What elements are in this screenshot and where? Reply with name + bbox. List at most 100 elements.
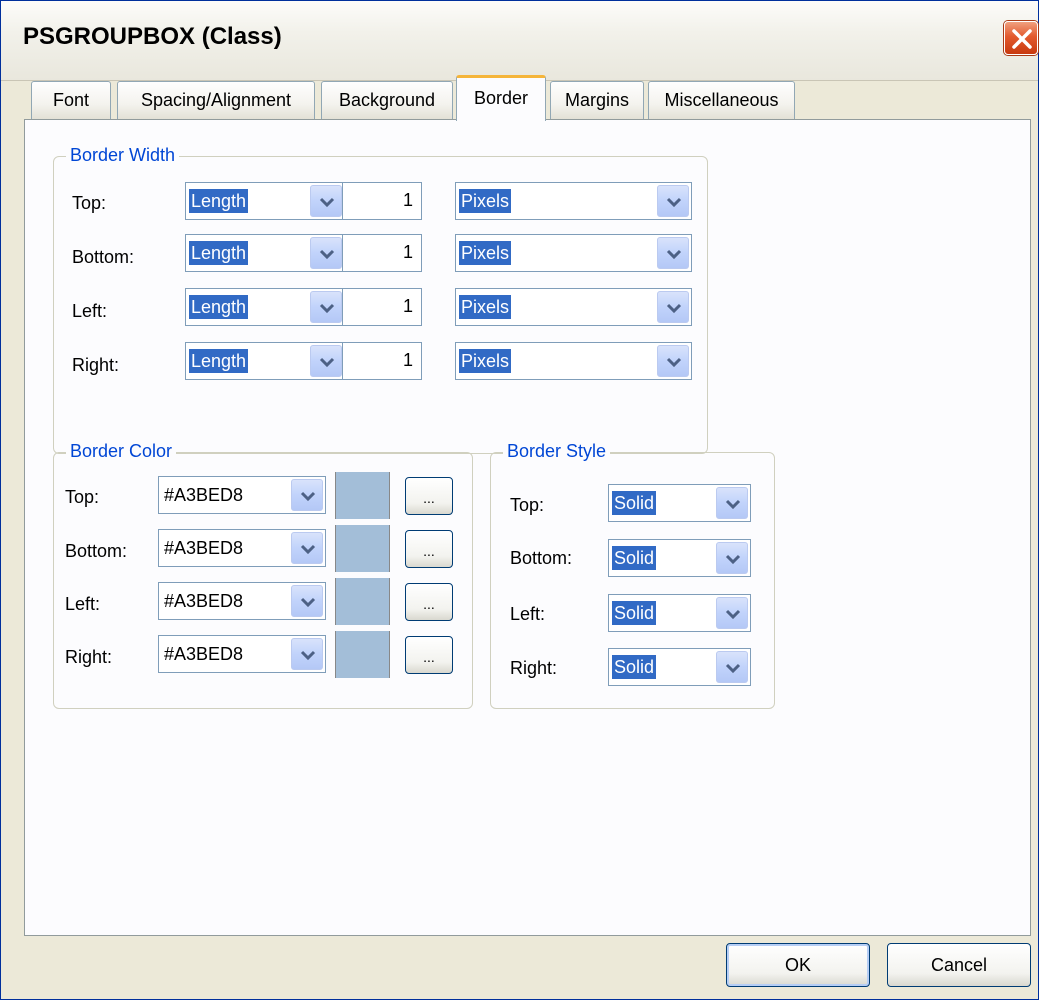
chevron-down-icon	[319, 249, 335, 260]
border-style-bottom-select[interactable]: Solid	[608, 539, 751, 577]
border-width-left-type-select[interactable]: Length	[185, 288, 345, 326]
combo-value: Pixels	[459, 349, 512, 373]
border-style-top-label: Top:	[510, 495, 545, 515]
combo-value: Solid	[612, 546, 657, 570]
combo-value: #A3BED8	[164, 591, 244, 611]
dropdown-button[interactable]	[310, 291, 342, 323]
close-icon	[1012, 29, 1032, 49]
cancel-button[interactable]: Cancel	[887, 943, 1031, 987]
dropdown-button[interactable]	[291, 638, 323, 670]
chevron-down-icon	[666, 197, 682, 208]
dropdown-button[interactable]	[716, 487, 748, 519]
window-title: PSGROUPBOX (Class)	[23, 23, 282, 50]
chevron-down-icon	[725, 554, 741, 565]
border-color-top-label: Top:	[65, 487, 100, 507]
dropdown-button[interactable]	[310, 345, 342, 377]
chevron-down-icon	[725, 499, 741, 510]
tab-panel-border: Border Width Top: Length 1 Pixels Bottom…	[24, 119, 1031, 936]
border-width-right-value[interactable]: 1	[342, 342, 422, 380]
dropdown-button[interactable]	[657, 185, 689, 217]
border-width-right-label: Right:	[72, 355, 120, 375]
dropdown-button[interactable]	[291, 532, 323, 564]
dropdown-button[interactable]	[657, 237, 689, 269]
border-width-top-type-select[interactable]: Length	[185, 182, 345, 220]
combo-value: Pixels	[459, 295, 512, 319]
dropdown-button[interactable]	[657, 345, 689, 377]
close-button[interactable]	[1004, 21, 1038, 55]
dialog-window: PSGROUPBOX (Class) Font Spacing/Alignmen…	[0, 0, 1039, 1000]
combo-value: #A3BED8	[164, 644, 244, 664]
tab-miscellaneous[interactable]: Miscellaneous	[648, 81, 795, 119]
dropdown-button[interactable]	[716, 542, 748, 574]
border-width-bottom-value[interactable]: 1	[342, 234, 422, 272]
border-color-right-picker-button[interactable]: ...	[405, 636, 453, 674]
border-width-right-type-select[interactable]: Length	[185, 342, 345, 380]
border-width-left-label: Left:	[72, 301, 108, 321]
chevron-down-icon	[300, 544, 316, 555]
chevron-down-icon	[300, 650, 316, 661]
tab-border[interactable]: Border	[456, 75, 546, 121]
chevron-down-icon	[319, 197, 335, 208]
border-color-top-select[interactable]: #A3BED8	[158, 476, 326, 514]
border-color-right-swatch	[335, 631, 390, 678]
border-width-top-unit-select[interactable]: Pixels	[455, 182, 692, 220]
border-style-title: Border Style	[503, 440, 611, 462]
border-width-right-unit-select[interactable]: Pixels	[455, 342, 692, 380]
border-style-right-select[interactable]: Solid	[608, 648, 751, 686]
tab-margins[interactable]: Margins	[550, 81, 644, 119]
tab-font[interactable]: Font	[31, 81, 111, 119]
border-color-bottom-select[interactable]: #A3BED8	[158, 529, 326, 567]
border-style-left-select[interactable]: Solid	[608, 594, 751, 632]
border-color-bottom-swatch	[335, 525, 390, 572]
combo-value: Solid	[612, 601, 657, 625]
dropdown-button[interactable]	[657, 291, 689, 323]
border-color-top-swatch	[335, 472, 390, 519]
chevron-down-icon	[725, 609, 741, 620]
combo-value: #A3BED8	[164, 538, 244, 558]
border-width-left-unit-select[interactable]: Pixels	[455, 288, 692, 326]
border-color-left-select[interactable]: #A3BED8	[158, 582, 326, 620]
chevron-down-icon	[666, 303, 682, 314]
border-width-left-value[interactable]: 1	[342, 288, 422, 326]
border-style-bottom-label: Bottom:	[510, 548, 573, 568]
border-width-title: Border Width	[66, 144, 180, 166]
combo-value: Solid	[612, 655, 657, 679]
border-color-title: Border Color	[66, 440, 177, 462]
combo-value: Length	[189, 189, 249, 213]
combo-value: Length	[189, 295, 249, 319]
combo-value: Solid	[612, 491, 657, 515]
border-color-left-swatch	[335, 578, 390, 625]
dropdown-button[interactable]	[716, 597, 748, 629]
chevron-down-icon	[666, 357, 682, 368]
border-style-left-label: Left:	[510, 604, 546, 624]
combo-value: Length	[189, 349, 249, 373]
dropdown-button[interactable]	[291, 585, 323, 617]
border-style-right-label: Right:	[510, 658, 558, 678]
chevron-down-icon	[300, 491, 316, 502]
border-color-left-label: Left:	[65, 594, 101, 614]
border-color-bottom-label: Bottom:	[65, 541, 128, 561]
chevron-down-icon	[300, 597, 316, 608]
chevron-down-icon	[319, 357, 335, 368]
tab-spacing-alignment[interactable]: Spacing/Alignment	[117, 81, 315, 119]
border-width-bottom-unit-select[interactable]: Pixels	[455, 234, 692, 272]
border-width-top-value[interactable]: 1	[342, 182, 422, 220]
border-color-bottom-picker-button[interactable]: ...	[405, 530, 453, 568]
combo-value: #A3BED8	[164, 485, 244, 505]
border-style-top-select[interactable]: Solid	[608, 484, 751, 522]
dropdown-button[interactable]	[716, 651, 748, 683]
border-color-right-select[interactable]: #A3BED8	[158, 635, 326, 673]
dropdown-button[interactable]	[310, 185, 342, 217]
dropdown-button[interactable]	[310, 237, 342, 269]
chevron-down-icon	[666, 249, 682, 260]
title-bar[interactable]: PSGROUPBOX (Class)	[1, 1, 1038, 81]
border-color-left-picker-button[interactable]: ...	[405, 583, 453, 621]
border-color-top-picker-button[interactable]: ...	[405, 477, 453, 515]
border-width-bottom-type-select[interactable]: Length	[185, 234, 345, 272]
chevron-down-icon	[725, 663, 741, 674]
ok-button[interactable]: OK	[726, 943, 870, 987]
border-width-bottom-label: Bottom:	[72, 247, 135, 267]
combo-value: Pixels	[459, 189, 512, 213]
tab-background[interactable]: Background	[321, 81, 453, 119]
dropdown-button[interactable]	[291, 479, 323, 511]
